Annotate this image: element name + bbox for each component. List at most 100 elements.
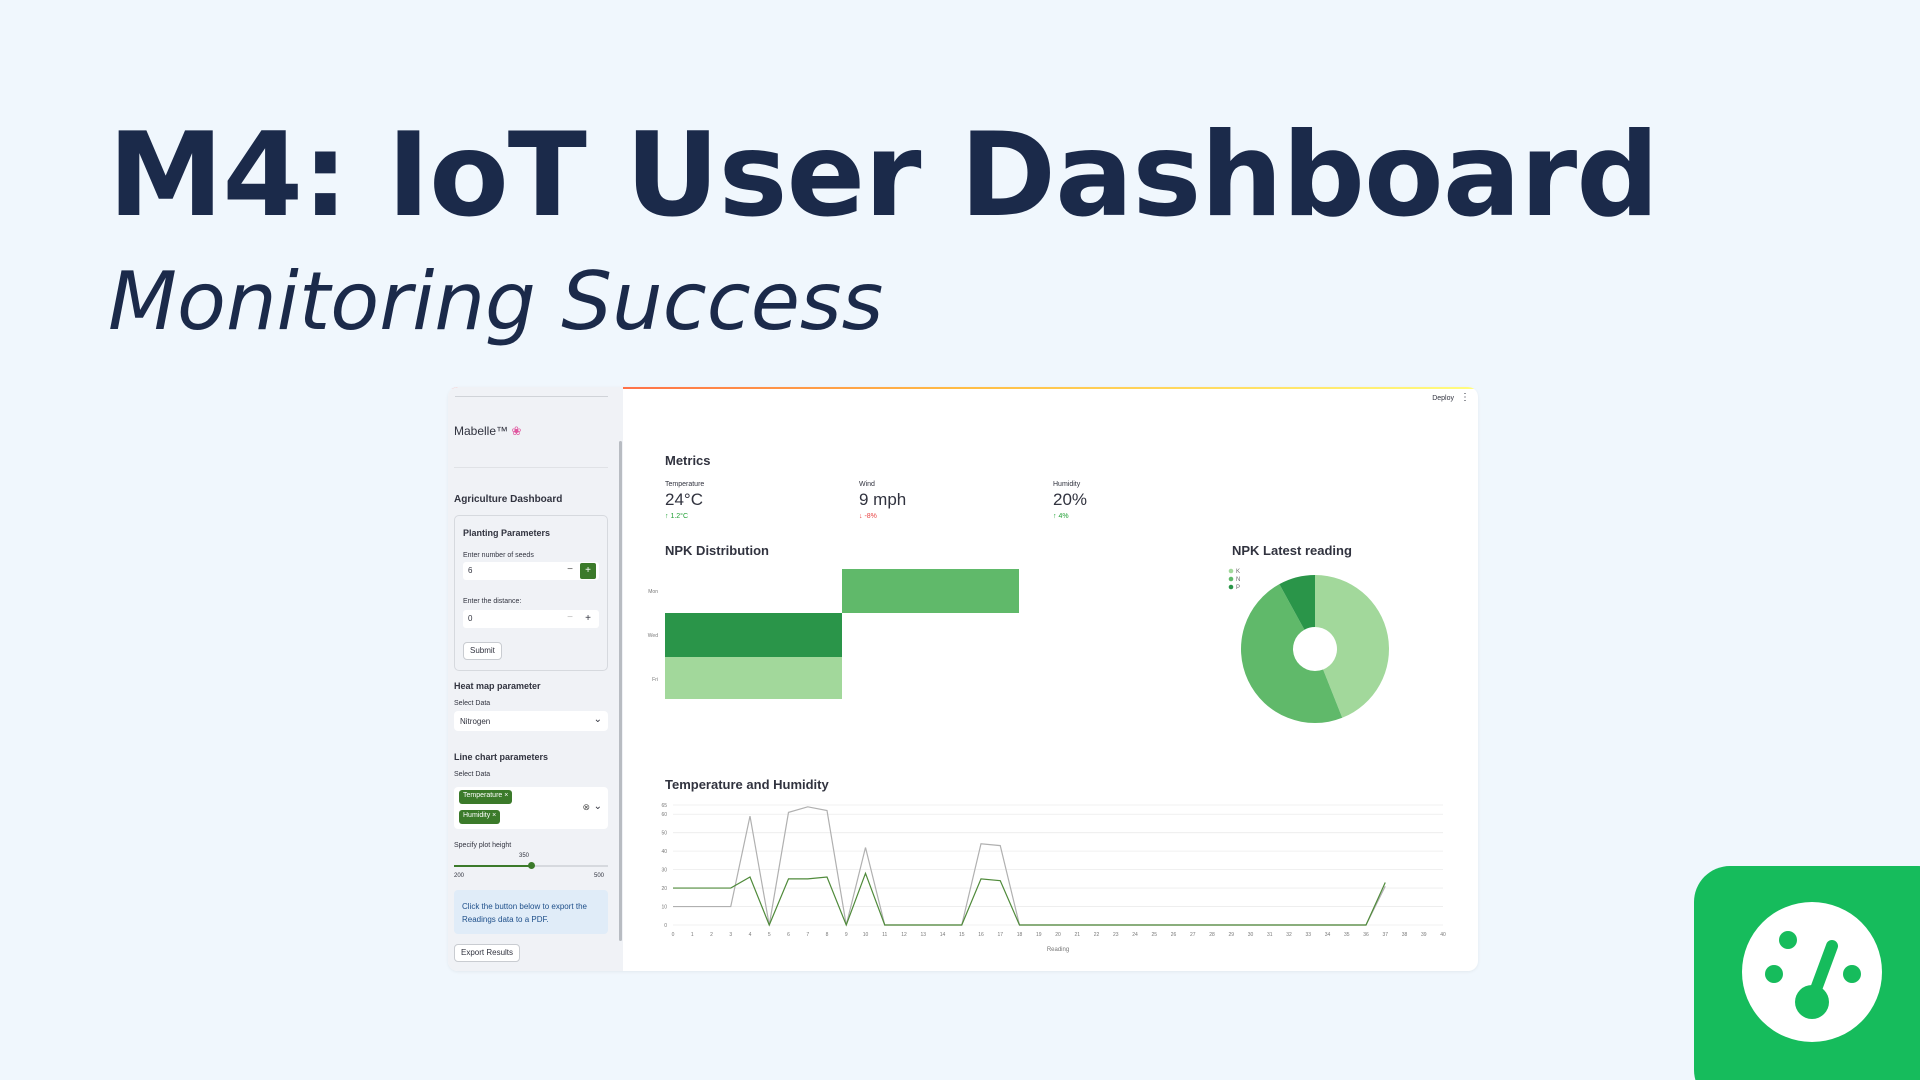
slider-thumb[interactable] [528,862,535,869]
metric-label: Wind [859,481,875,488]
slider-max: 500 [594,873,605,879]
sidebar-divider [455,396,608,397]
x-tick-label: 11 [882,932,887,938]
x-tick-label: 25 [1151,932,1157,938]
x-tick-label: 1 [691,932,694,938]
x-tick-label: 13 [920,932,926,938]
plot-height-slider[interactable] [454,862,608,869]
sidebar-title: Agriculture Dashboard [454,494,563,505]
distance-increment-button[interactable]: + [580,611,596,627]
legend-marker [1228,568,1234,574]
metric-delta: ↑ 4% [1053,513,1069,520]
x-tick-label: 8 [826,932,829,938]
linechart-select-label: Select Data [454,771,491,778]
y-tick-label: Fri [652,677,658,683]
legend-label: N [1236,577,1240,583]
npk-heatmap: MonWedFriW11W8 [648,569,1019,699]
x-tick-label: 18 [1017,932,1023,938]
y-tick-label: 0 [664,923,667,929]
seeds-decrement-button[interactable]: − [567,564,573,575]
gauge-icon [1742,902,1882,1042]
heatmap-selected-value: Nitrogen [460,717,491,726]
x-tick-label: 24 [1132,932,1138,938]
legend-marker [1228,576,1234,582]
metric-label: Humidity [1053,481,1081,488]
flower-icon: ❀ [511,424,522,438]
x-tick-label: 22 [1094,932,1100,938]
y-tick-label: 50 [661,831,667,837]
y-tick-label: 60 [661,812,667,818]
y-tick-label: Wed [648,633,658,639]
sidebar-divider [454,467,608,468]
heatmap-cell [665,657,842,699]
series-line [673,871,1386,927]
x-tick-label: 31 [1267,932,1273,938]
heatmap-select-label: Select Data [454,700,491,707]
line-chart-heading: Temperature and Humidity [665,777,829,792]
chevron-down-icon: ⌄ [593,714,602,725]
main-content: Deploy ⋮ Metrics Temperature 24°C ↑ 1.2°… [623,387,1478,971]
metrics-heading: Metrics [665,453,711,468]
seeds-value: 6 [468,566,473,575]
x-tick-label: 16 [978,932,984,938]
seeds-input[interactable]: 6 − + [463,562,599,580]
metric-delta: ↑ 1.2°C [665,513,689,520]
x-tick-label: 5 [768,932,771,938]
x-tick-label: 9 [845,932,848,938]
metric-value: 20% [1053,490,1088,509]
chevron-down-icon[interactable]: ⌄ [594,801,602,812]
metric-temperature: Temperature 24°C ↑ 1.2°C [665,481,704,520]
linechart-heading: Line chart parameters [454,752,549,762]
metric-value: 24°C [665,490,703,509]
x-tick-label: 6 [787,932,790,938]
x-tick-label: 32 [1286,932,1292,938]
distance-input[interactable]: 0 − + [463,610,599,628]
plot-height-label: Specify plot height [454,842,512,849]
brand: Mabelle™ ❀ [454,424,521,438]
deploy-button[interactable]: Deploy [1432,395,1454,402]
x-tick-label: 17 [997,932,1003,938]
metric-delta: ↓ -8% [859,513,877,520]
x-tick-label: 26 [1171,932,1177,938]
slider-min: 200 [454,873,465,879]
x-tick-label: 39 [1421,932,1427,938]
heatmap-cell [842,569,1019,613]
chip-temperature[interactable]: Temperature × [459,790,513,804]
x-tick-label: 36 [1363,932,1369,938]
sidebar-scrollbar[interactable] [619,441,622,941]
x-tick-label: 15 [959,932,965,938]
kebab-icon[interactable]: ⋮ [1460,392,1470,403]
npk-pie-chart: KNP [1228,568,1389,723]
submit-button[interactable]: Submit [463,642,502,660]
legend-label: K [1236,569,1240,575]
metric-wind: Wind 9 mph ↓ -8% [859,481,906,520]
x-tick-label: 28 [1209,932,1215,938]
seeds-increment-button[interactable]: + [580,563,596,579]
planting-form: Planting Parameters Enter number of seed… [454,515,608,671]
x-tick-label: 30 [1248,932,1254,938]
heatmap-select[interactable]: Nitrogen ⌄ [454,711,608,731]
x-tick-label: 3 [729,932,732,938]
slide-title: M4: IoT User Dashboard [108,108,1659,243]
x-tick-label: 23 [1113,932,1119,938]
x-tick-label: 34 [1325,932,1331,938]
clear-icon[interactable]: ⊗ [582,802,590,813]
export-results-button[interactable]: Export Results [454,944,521,962]
heatmap-heading: Heat map parameter [454,681,541,691]
x-tick-label: 4 [749,932,752,938]
metric-value: 9 mph [859,490,907,509]
series-line [673,806,1386,926]
heatmap-cell [665,613,842,657]
y-tick-label: 30 [661,868,667,874]
y-tick-label: 10 [661,905,667,911]
npk-distribution-heading: NPK Distribution [665,543,769,558]
distance-decrement-button[interactable]: − [567,612,573,623]
linechart-multiselect[interactable]: Temperature × Humidity × ⊗ ⌄ [454,787,608,829]
dashboard-screenshot: Mabelle™ ❀ Agriculture Dashboard Plantin… [448,387,1478,971]
info-box: Click the button below to export the Rea… [454,890,608,934]
chip-humidity[interactable]: Humidity × [459,810,501,824]
x-tick-label: 7 [806,932,809,938]
slider-value: 350 [519,853,530,859]
y-tick-label: 65 [661,803,667,809]
x-tick-label: 14 [940,932,946,938]
